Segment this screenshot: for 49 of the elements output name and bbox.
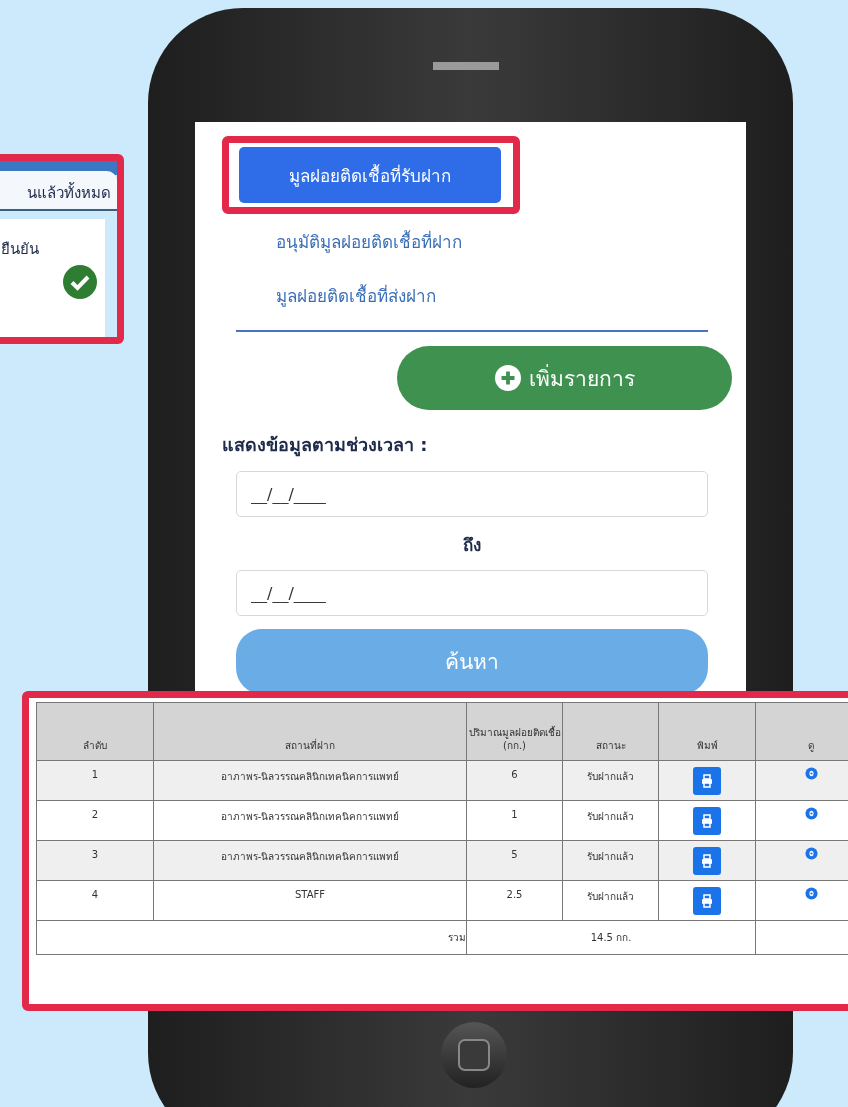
table-cell: 4 xyxy=(36,880,154,921)
table-cell: อาภาพร-นิลวรรณคลินิกเทคนิคการแพทย์ xyxy=(153,800,467,841)
tab[interactable]: มูลฝอยติดเชื้อที่รับฝาก xyxy=(239,147,501,203)
column-header: สถานที่ฝาก xyxy=(153,702,467,761)
table-cell: รับฝากแล้ว xyxy=(562,800,659,841)
eye-icon[interactable] xyxy=(804,807,818,820)
table-cell: อาภาพร-นิลวรรณคลินิกเทคนิคการแพทย์ xyxy=(153,840,467,881)
tab-label: นแล้วทั้งหมด xyxy=(0,171,117,211)
print-button[interactable] xyxy=(693,807,721,835)
eye-icon[interactable] xyxy=(804,847,818,860)
date-range-label: แสดงข้อมูลตามช่วงเวลา : xyxy=(222,433,429,459)
table-cell: 2 xyxy=(36,800,154,841)
eye-icon[interactable] xyxy=(804,767,818,780)
printer-icon xyxy=(701,774,713,788)
table-cell: 5 xyxy=(466,840,563,881)
speaker-slot xyxy=(433,62,499,70)
table-cell: 6 xyxy=(466,760,563,801)
date-field[interactable]: __/__/____ xyxy=(236,471,708,517)
column-header: ลำดับ xyxy=(36,702,154,761)
print-button[interactable] xyxy=(693,767,721,795)
total-label: รวม xyxy=(36,920,467,955)
printer-icon xyxy=(701,814,713,828)
status-text: ยืนยัน xyxy=(0,239,40,260)
printer-icon xyxy=(701,894,713,908)
column-header: พิมพ์ xyxy=(658,702,756,761)
to-label: ถึง xyxy=(462,534,482,557)
table-cell: รับฝากแล้ว xyxy=(562,760,659,801)
column-header: สถานะ xyxy=(562,702,659,761)
print-button[interactable] xyxy=(693,847,721,875)
total-value: 14.5 กก. xyxy=(466,920,756,955)
table-cell: รับฝากแล้ว xyxy=(562,840,659,881)
add-button[interactable]: เพิ่มรายการ xyxy=(397,346,732,410)
print-button[interactable] xyxy=(693,887,721,915)
table-cell: รับฝากแล้ว xyxy=(562,880,659,921)
column-header: ปริมาณมูลฝอยติดเชื้อ (กก.) xyxy=(466,702,563,761)
plus-icon xyxy=(494,365,521,391)
table-cell: อาภาพร-นิลวรรณคลินิกเทคนิคการแพทย์ xyxy=(153,760,467,801)
printer-icon xyxy=(701,854,713,868)
eye-icon[interactable] xyxy=(804,887,818,900)
date-field[interactable]: __/__/____ xyxy=(236,570,708,616)
tab[interactable]: อนุมัติมูลฝอยติดเชื้อที่ฝาก xyxy=(236,214,462,268)
column-header: ดู xyxy=(755,702,848,761)
tab[interactable]: มูลฝอยติดเชื้อที่ส่งฝาก xyxy=(236,268,436,322)
table-cell: 2.5 xyxy=(466,880,563,921)
table-cell: 1 xyxy=(36,760,154,801)
table-cell: 1 xyxy=(466,800,563,841)
table-cell: 3 xyxy=(36,840,154,881)
table-cell: STAFF xyxy=(153,880,467,921)
search-button[interactable]: ค้นหา xyxy=(236,629,708,694)
